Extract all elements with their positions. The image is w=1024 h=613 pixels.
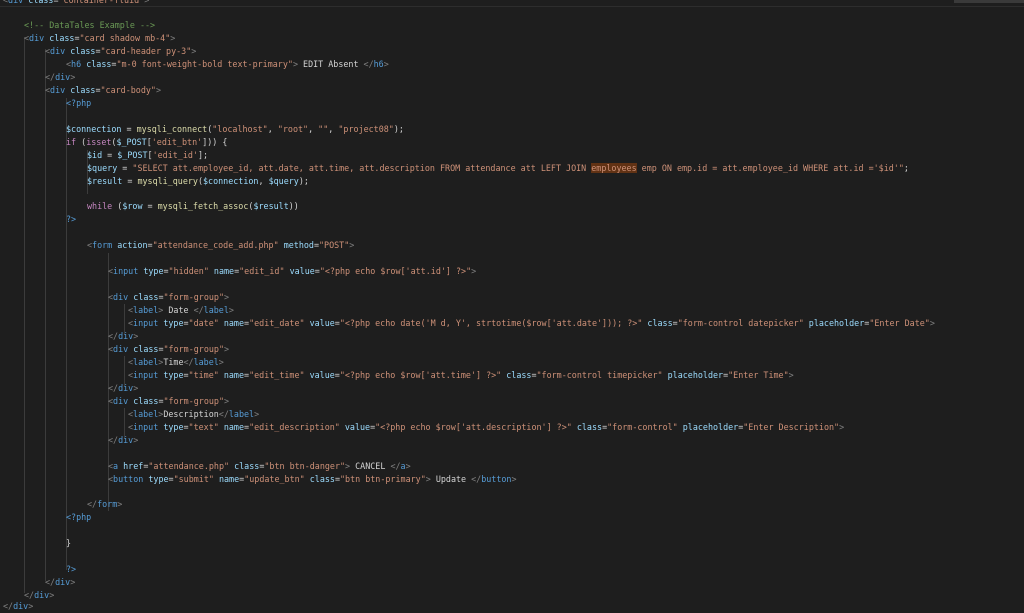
code-line[interactable]: <div class="container-fluid"> [3,0,149,7]
code-line[interactable]: <div class="card shadow mb-4"> [24,32,175,45]
code-line[interactable]: <form action="attendance_code_add.php" m… [87,239,354,252]
code-line[interactable]: while ($row = mysqli_fetch_assoc($result… [87,200,299,213]
code-line[interactable]: if (isset($_POST['edit_btn'])) { [66,136,227,149]
code-line[interactable]: <?php [66,511,91,524]
code-line[interactable]: ?> [66,213,76,226]
editor-scrollbar[interactable] [954,0,1024,3]
code-line[interactable]: </div> [45,576,75,589]
code-line[interactable]: $id = $_POST['edit_id']; [87,149,208,162]
code-line[interactable]: <div class="card-body"> [45,84,161,97]
code-line[interactable]: $query = "SELECT att.employee_id, att.da… [87,162,909,175]
code-line[interactable]: <div class="form-group"> [108,343,229,356]
code-line[interactable]: <input type="hidden" name="edit_id" valu… [108,265,476,278]
code-line[interactable]: <label>Time</label> [128,356,224,369]
code-line[interactable]: <div class="form-group"> [108,291,229,304]
code-line[interactable]: </div> [108,434,138,447]
indent-guide [45,49,46,581]
code-line[interactable]: $connection = mysqli_connect("localhost"… [66,123,404,136]
code-line[interactable]: <div class="form-group"> [108,395,229,408]
code-line[interactable]: <div class="card-header py-3"> [45,45,196,58]
code-line[interactable]: <label> Date </label> [128,304,234,317]
code-line[interactable]: <a href="attendance.php" class="btn btn-… [108,460,411,473]
code-line[interactable]: </form> [87,498,122,511]
code-line[interactable]: <!-- DataTales Example --> [24,19,155,32]
code-line[interactable]: ?> [66,563,76,576]
code-line[interactable]: <?php [66,97,91,110]
code-line[interactable]: } [66,537,71,550]
code-line[interactable]: <label>Description</label> [128,408,259,421]
indent-guide [24,37,25,593]
code-line[interactable]: </div> [108,330,138,343]
code-line[interactable]: </div> [3,600,33,613]
indent-guide [66,98,67,570]
code-line[interactable]: </div> [45,71,75,84]
code-line[interactable]: </div> [108,382,138,395]
code-editor[interactable]: <div class="container-fluid"> <!-- DataTa… [0,0,1024,612]
code-line[interactable]: $result = mysqli_query($connection, $que… [87,175,309,188]
code-line[interactable]: <input type="text" name="edit_descriptio… [128,421,844,434]
code-line[interactable]: <input type="date" name="edit_date" valu… [128,317,935,330]
code-line[interactable]: <input type="time" name="edit_time" valu… [128,369,794,382]
code-line[interactable]: <h6 class="m-0 font-weight-bold text-pri… [66,58,389,71]
editor-top-edge [0,0,1024,7]
code-line[interactable]: <button type="submit" name="update_btn" … [108,473,517,486]
